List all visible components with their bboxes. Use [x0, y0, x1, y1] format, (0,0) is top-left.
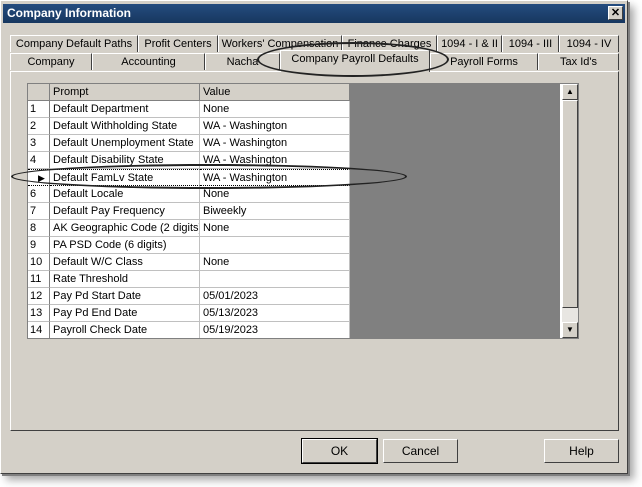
scrollbar-thumb[interactable] — [562, 100, 578, 308]
tab-accounting[interactable]: Accounting — [92, 53, 205, 70]
prompt-cell[interactable]: PA PSD Code (6 digits) — [50, 237, 200, 254]
prompt-cell[interactable]: Default FamLv State — [50, 169, 200, 186]
tab-company[interactable]: Company — [10, 53, 92, 70]
tab-1094-iii[interactable]: 1094 - III — [502, 35, 559, 52]
row-number[interactable]: 3 — [28, 135, 50, 152]
prompt-cell[interactable]: Pay Pd Start Date — [50, 288, 200, 305]
value-cell[interactable]: 05/13/2023 — [200, 305, 350, 322]
close-icon[interactable]: ✕ — [608, 6, 623, 20]
value-cell[interactable]: WA - Washington — [200, 152, 350, 169]
prompt-cell[interactable]: Default Pay Frequency — [50, 203, 200, 220]
vertical-scrollbar[interactable]: ▲ ▼ — [562, 84, 578, 338]
scroll-up-icon[interactable]: ▲ — [562, 84, 578, 100]
column-header-prompt[interactable]: Prompt — [50, 84, 200, 101]
scroll-down-icon[interactable]: ▼ — [562, 322, 578, 338]
prompt-cell[interactable]: Default Withholding State — [50, 118, 200, 135]
prompt-cell[interactable]: AK Geographic Code (2 digits) — [50, 220, 200, 237]
row-number[interactable]: 7 — [28, 203, 50, 220]
help-button[interactable]: Help — [544, 439, 619, 463]
tab-payroll-forms[interactable]: Payroll Forms — [430, 53, 538, 70]
current-row-indicator-icon[interactable]: ▶ — [28, 169, 50, 186]
row-number[interactable]: 13 — [28, 305, 50, 322]
payroll-defaults-grid[interactable]: Prompt Value 1 Default Department None 2 Def… — [27, 83, 579, 339]
prompt-cell[interactable]: Default Department — [50, 101, 200, 118]
value-cell[interactable]: None — [200, 254, 350, 271]
row-number[interactable]: 8 — [28, 220, 50, 237]
company-information-window: Company Information ✕ Company Default Pa… — [0, 0, 628, 474]
value-cell[interactable]: WA - Washington — [200, 118, 350, 135]
row-header-corner — [28, 84, 50, 101]
value-cell[interactable]: Biweekly — [200, 203, 350, 220]
tab-1094-i-ii[interactable]: 1094 - I & II — [437, 35, 502, 52]
prompt-cell[interactable]: Payroll Check Date — [50, 322, 200, 338]
title-bar[interactable]: Company Information ✕ — [3, 4, 625, 23]
tab-profit-centers[interactable]: Profit Centers — [138, 35, 218, 52]
row-number[interactable]: 9 — [28, 237, 50, 254]
value-cell[interactable]: None — [200, 220, 350, 237]
row-number[interactable]: 14 — [28, 322, 50, 338]
row-number[interactable]: 12 — [28, 288, 50, 305]
tab-tax-ids[interactable]: Tax Id's — [538, 53, 619, 70]
value-cell[interactable]: WA - Washington — [200, 135, 350, 152]
prompt-cell[interactable]: Default W/C Class — [50, 254, 200, 271]
prompt-cell[interactable]: Pay Pd End Date — [50, 305, 200, 322]
cancel-button[interactable]: Cancel — [383, 439, 458, 463]
row-number[interactable]: 6 — [28, 186, 50, 203]
row-number[interactable]: 11 — [28, 271, 50, 288]
grid-empty-area — [350, 84, 560, 338]
prompt-cell[interactable]: Default Unemployment State — [50, 135, 200, 152]
window-title: Company Information — [7, 6, 132, 20]
tab-company-payroll-defaults[interactable]: Company Payroll Defaults — [280, 50, 430, 72]
tab-company-default-paths[interactable]: Company Default Paths — [10, 35, 138, 52]
prompt-cell[interactable]: Rate Threshold — [50, 271, 200, 288]
row-number[interactable]: 4 — [28, 152, 50, 169]
value-cell[interactable]: 05/01/2023 — [200, 288, 350, 305]
value-cell[interactable]: WA - Washington — [200, 169, 350, 186]
row-number[interactable]: 10 — [28, 254, 50, 271]
row-number[interactable]: 2 — [28, 118, 50, 135]
value-cell[interactable]: None — [200, 101, 350, 118]
value-cell[interactable]: None — [200, 186, 350, 203]
prompt-cell[interactable]: Default Locale — [50, 186, 200, 203]
tab-1094-iv[interactable]: 1094 - IV — [559, 35, 619, 52]
prompt-cell[interactable]: Default Disability State — [50, 152, 200, 169]
ok-button[interactable]: OK — [301, 438, 378, 464]
tab-nacha[interactable]: Nacha — [205, 53, 280, 70]
row-number[interactable]: 1 — [28, 101, 50, 118]
value-cell[interactable]: 05/19/2023 — [200, 322, 350, 338]
value-cell[interactable] — [200, 237, 350, 254]
value-cell[interactable] — [200, 271, 350, 288]
column-header-value[interactable]: Value — [200, 84, 350, 101]
